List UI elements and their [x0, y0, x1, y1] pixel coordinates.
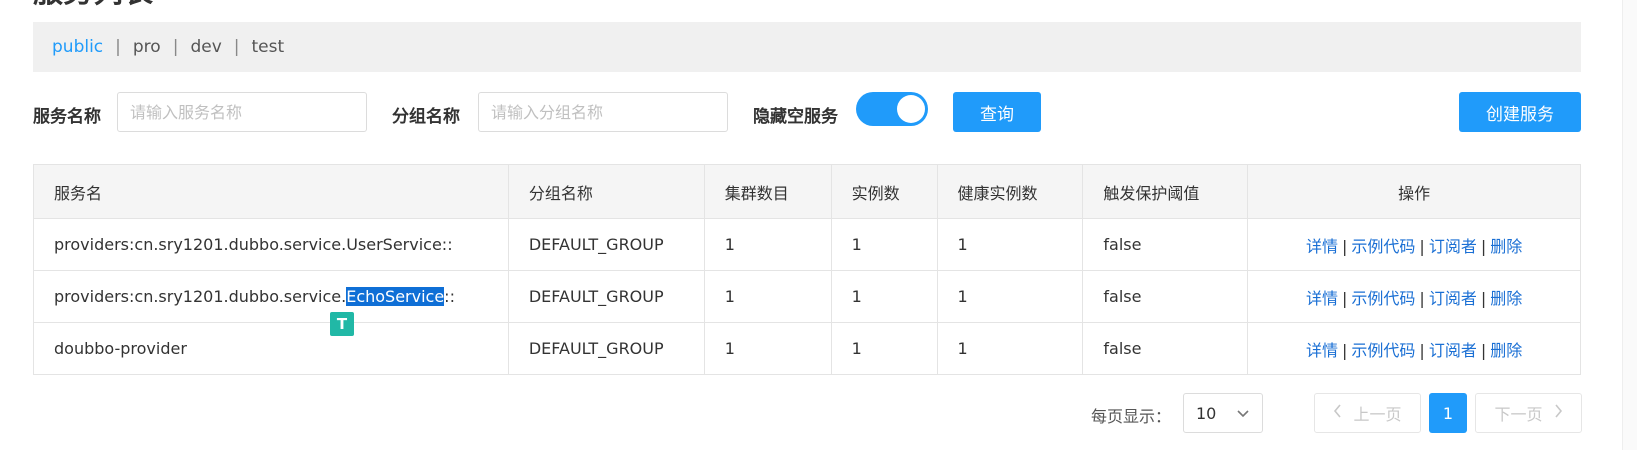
- chevron-right-icon: [1553, 403, 1563, 423]
- namespace-test[interactable]: test: [251, 37, 284, 57]
- table-header-row: 服务名 分组名称 集群数目 实例数 健康实例数 触发保护阈值 操作: [33, 164, 1581, 219]
- col-protect-threshold[interactable]: 触发保护阈值: [1082, 164, 1249, 219]
- filter-row: 服务名称 分组名称 隐藏空服务 查询 创建服务: [0, 92, 1637, 132]
- group-cell: DEFAULT_GROUP: [507, 270, 705, 323]
- op-separator: |: [1342, 288, 1348, 308]
- delete-link[interactable]: 删除: [1490, 289, 1522, 308]
- namespace-dev[interactable]: dev: [190, 37, 221, 57]
- col-instance-count[interactable]: 实例数: [830, 164, 938, 219]
- group-cell: DEFAULT_GROUP: [507, 322, 705, 375]
- table-row: providers:cn.sry1201.dubbo.service.EchoS…: [33, 270, 1581, 323]
- op-separator: |: [1480, 340, 1487, 360]
- chevron-left-icon: [1333, 403, 1343, 423]
- op-separator: |: [1342, 340, 1348, 360]
- namespace-bar: public | pro | dev | test: [33, 22, 1581, 72]
- subscribers-link[interactable]: 订阅者: [1429, 341, 1477, 360]
- group-name-input[interactable]: [478, 92, 728, 132]
- healthy-count-cell: 1: [936, 270, 1084, 323]
- create-service-button[interactable]: 创建服务: [1459, 92, 1581, 132]
- service-name-input[interactable]: [117, 92, 367, 132]
- col-group-name[interactable]: 分组名称: [507, 164, 705, 219]
- cluster-count-cell: 1: [703, 270, 832, 323]
- page-scrollbar[interactable]: [1622, 0, 1637, 450]
- page-title: 服务列表: [33, 0, 153, 8]
- instance-count-cell: 1: [830, 322, 938, 375]
- col-operations: 操作: [1247, 164, 1581, 219]
- translate-icon[interactable]: T: [330, 312, 354, 336]
- threshold-cell: false: [1082, 218, 1249, 271]
- namespace-separator: |: [172, 37, 179, 57]
- detail-link[interactable]: 详情: [1306, 289, 1338, 308]
- instance-count-cell: 1: [830, 270, 938, 323]
- namespace-pro[interactable]: pro: [133, 37, 161, 57]
- table-row: providers:cn.sry1201.dubbo.service.UserS…: [33, 218, 1581, 271]
- cluster-count-cell: 1: [703, 322, 832, 375]
- service-name-prefix: providers:cn.sry1201.dubbo.service.: [54, 287, 347, 306]
- delete-link[interactable]: 删除: [1490, 341, 1522, 360]
- col-healthy-count[interactable]: 健康实例数: [936, 164, 1084, 219]
- operations-cell: 详情 | 示例代码 | 订阅者 | 删除: [1247, 218, 1581, 271]
- col-service-name[interactable]: 服务名: [33, 164, 509, 219]
- service-name-cell: providers:cn.sry1201.dubbo.service.EchoS…: [33, 270, 509, 323]
- chevron-down-icon: [1236, 403, 1250, 429]
- sample-code-link[interactable]: 示例代码: [1351, 237, 1415, 256]
- prev-page-button[interactable]: 上一页: [1314, 393, 1421, 433]
- namespace-separator: |: [233, 37, 240, 57]
- pagination: 每页显示： 10 上一页 1 下一页: [0, 393, 1637, 433]
- page-size-label: 每页显示：: [1091, 407, 1172, 426]
- next-page-label: 下一页: [1494, 405, 1543, 424]
- service-name-cell: providers:cn.sry1201.dubbo.service.UserS…: [33, 218, 509, 271]
- subscribers-link[interactable]: 订阅者: [1429, 237, 1477, 256]
- service-name-suffix: ::: [444, 287, 455, 306]
- healthy-count-cell: 1: [936, 322, 1084, 375]
- hide-empty-toggle[interactable]: [856, 92, 928, 126]
- healthy-count-cell: 1: [936, 218, 1084, 271]
- namespace-public[interactable]: public: [52, 37, 103, 57]
- instance-count-cell: 1: [830, 218, 938, 271]
- operations-cell: 详情 | 示例代码 | 订阅者 | 删除: [1247, 322, 1581, 375]
- op-separator: |: [1342, 236, 1348, 256]
- selected-text: EchoService: [346, 287, 445, 306]
- threshold-cell: false: [1082, 270, 1249, 323]
- op-separator: |: [1419, 288, 1425, 308]
- delete-link[interactable]: 删除: [1490, 237, 1522, 256]
- group-cell: DEFAULT_GROUP: [507, 218, 705, 271]
- sample-code-link[interactable]: 示例代码: [1351, 341, 1415, 360]
- operations-cell: 详情 | 示例代码 | 订阅者 | 删除: [1247, 270, 1581, 323]
- threshold-cell: false: [1082, 322, 1249, 375]
- cluster-count-cell: 1: [703, 218, 832, 271]
- prev-page-label: 上一页: [1353, 405, 1402, 424]
- subscribers-link[interactable]: 订阅者: [1429, 289, 1477, 308]
- page-size-value: 10: [1196, 403, 1217, 423]
- page-size-select[interactable]: 10: [1183, 393, 1263, 433]
- next-page-button[interactable]: 下一页: [1475, 393, 1582, 433]
- hide-empty-label: 隐藏空服务: [753, 107, 838, 127]
- table-row: doubbo-provider DEFAULT_GROUP 1 1 1 fals…: [33, 322, 1581, 375]
- toggle-knob: [897, 95, 925, 123]
- service-table: 服务名 分组名称 集群数目 实例数 健康实例数 触发保护阈值 操作 provid…: [33, 164, 1581, 375]
- query-button[interactable]: 查询: [953, 92, 1041, 132]
- namespace-separator: |: [115, 37, 121, 57]
- op-separator: |: [1480, 288, 1487, 308]
- op-separator: |: [1419, 340, 1425, 360]
- detail-link[interactable]: 详情: [1306, 341, 1338, 360]
- page-number-current[interactable]: 1: [1429, 393, 1467, 433]
- service-name-cell: doubbo-provider: [33, 322, 509, 375]
- service-name-label: 服务名称: [33, 107, 101, 127]
- col-cluster-count[interactable]: 集群数目: [703, 164, 832, 219]
- detail-link[interactable]: 详情: [1306, 237, 1338, 256]
- sample-code-link[interactable]: 示例代码: [1351, 289, 1415, 308]
- op-separator: |: [1480, 236, 1487, 256]
- group-name-label: 分组名称: [392, 107, 460, 127]
- op-separator: |: [1419, 236, 1425, 256]
